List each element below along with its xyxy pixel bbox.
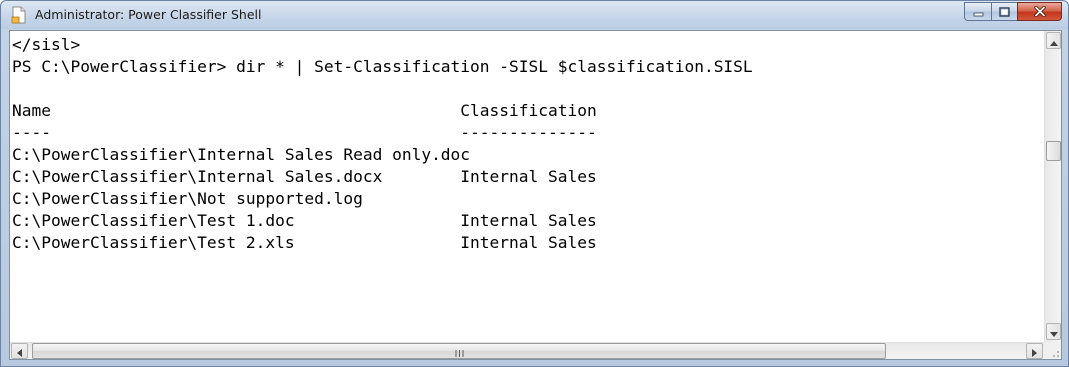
console-line: ---- -------------- [12, 123, 597, 142]
scroll-up-button[interactable] [1046, 32, 1061, 49]
close-icon [1033, 2, 1046, 21]
resize-grip[interactable] [1044, 342, 1061, 359]
scroll-down-button[interactable] [1046, 323, 1061, 340]
caption-buttons [964, 2, 1062, 21]
maximize-icon [999, 2, 1010, 21]
grip-icon [455, 342, 464, 361]
minimize-button[interactable] [964, 2, 991, 21]
scroll-left-button[interactable] [11, 343, 28, 359]
console-line: C:\PowerClassifier\Internal Sales.docx I… [12, 167, 597, 186]
console-client-area: </sisl> PS C:\PowerClassifier> dir * | S… [9, 30, 1062, 360]
chevron-up-icon [1049, 31, 1058, 50]
shell-window: Administrator: Power Classifier Shell </… [0, 0, 1069, 367]
console-line: </sisl> [12, 35, 81, 54]
scroll-right-button[interactable] [1026, 343, 1043, 359]
close-button[interactable] [1017, 2, 1062, 21]
console-line: C:\PowerClassifier\Test 1.doc Internal S… [12, 211, 597, 230]
chevron-down-icon [1049, 322, 1058, 341]
console-line: C:\PowerClassifier\Test 2.xls Internal S… [12, 233, 597, 252]
chevron-right-icon [1032, 342, 1037, 361]
console-line: Name Classification [12, 101, 597, 120]
console-output[interactable]: </sisl> PS C:\PowerClassifier> dir * | S… [10, 31, 1044, 342]
console-line: PS C:\PowerClassifier> dir * | Set-Class… [12, 57, 753, 76]
console-app-icon[interactable] [11, 6, 27, 24]
vertical-scrollbar[interactable] [1044, 31, 1061, 342]
console-line: C:\PowerClassifier\Not supported.log [12, 189, 363, 208]
console-line: C:\PowerClassifier\Internal Sales Read o… [12, 145, 471, 164]
maximize-button[interactable] [991, 2, 1017, 21]
minimize-icon [973, 2, 984, 21]
chevron-left-icon [17, 342, 22, 361]
resize-grip-icon [1053, 351, 1059, 357]
title-bar[interactable]: Administrator: Power Classifier Shell [1, 1, 1068, 29]
horizontal-scrollbar[interactable] [10, 342, 1044, 359]
horizontal-scroll-thumb[interactable] [32, 343, 886, 359]
window-title: Administrator: Power Classifier Shell [35, 7, 262, 22]
vertical-scroll-thumb[interactable] [1046, 141, 1061, 161]
